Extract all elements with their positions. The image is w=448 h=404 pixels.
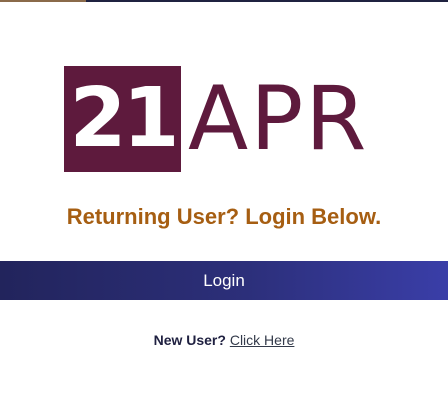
logo-word: APR [188,67,369,170]
brand-logo: 21 APR [64,66,384,172]
new-user-label: New User? [153,332,226,348]
new-user-prompt: New User? Click Here [0,330,448,350]
signup-link[interactable]: Click Here [230,332,295,348]
login-button[interactable]: Login [0,261,448,300]
returning-user-heading: Returning User? Login Below. [66,204,382,229]
logo-number: 21 [69,71,179,166]
top-strip-accent [0,0,86,2]
